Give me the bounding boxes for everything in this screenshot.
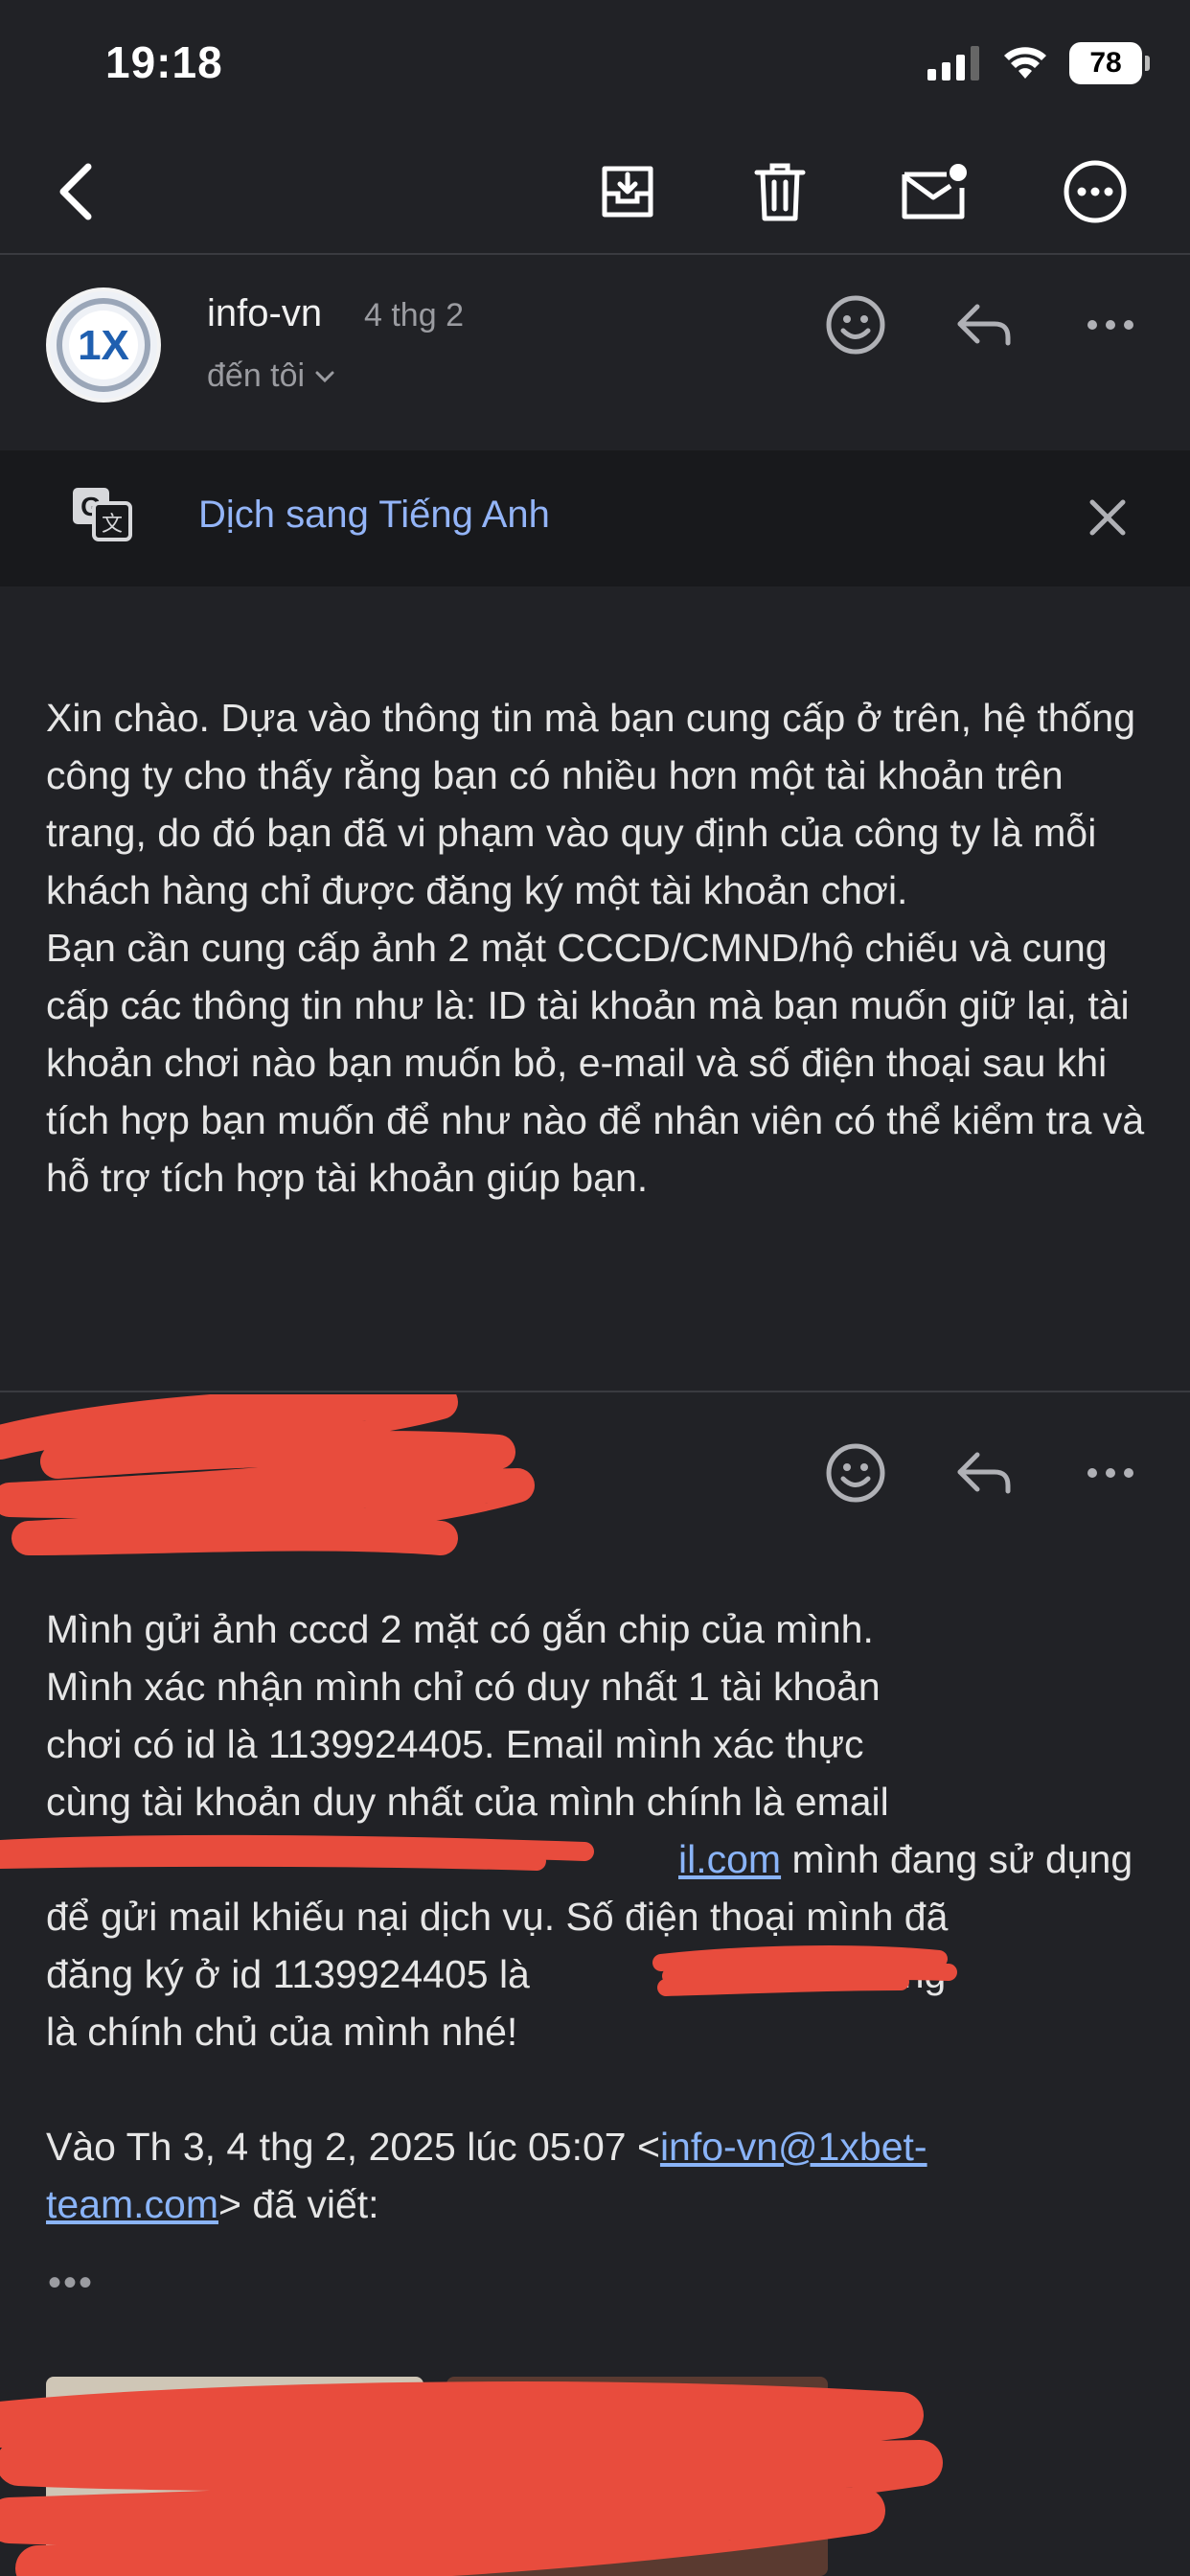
recipient-toggle[interactable]: đến tôi [207,357,335,395]
react-button[interactable] [820,1438,891,1508]
more-dots-icon [1087,320,1133,330]
redacted-phone [652,1944,958,2001]
email-link[interactable]: il.com [678,1837,781,1881]
quote-email-link[interactable]: info-vn@1xbet- [660,2125,927,2169]
translate-banner [0,450,1190,586]
wifi-icon [1004,47,1046,79]
body-line: chơi có id là 1139924405. Email mình xác… [46,1722,864,1766]
quote-email-link[interactable]: team.com [46,2182,218,2226]
body-line: Mình xác nhận mình chỉ có duy nhất 1 tài… [46,1665,881,1709]
status-icons: 78 [927,42,1150,84]
quote-header: Vào Th 3, 4 thg 2, 2025 lúc 05:07 <info-… [46,2125,927,2169]
message-body: Xin chào. Dựa vào thông tin mà bạn cung … [46,696,1145,1200]
reply-icon [957,1452,1011,1494]
archive-icon [602,166,653,218]
recipient-label: đến tôi [207,357,306,394]
reply-icon [957,304,1011,346]
body-line: là chính chủ của mình nhé! [46,2010,518,2054]
message-divider [0,1391,1190,1392]
sender-avatar[interactable]: 1X [46,288,161,402]
avatar-text: 1X [78,322,129,369]
body-line: để gửi mail khiếu nại dịch vụ. Số điện t… [46,1895,949,1939]
svg-text:文: 文 [102,513,123,537]
body-line: Mình gửi ảnh cccd 2 mặt có gắn chip của … [46,1607,874,1651]
translate-icon: G 文 [69,484,134,548]
message-more-button[interactable] [1075,1438,1146,1508]
sender-logo: 1X [50,291,157,399]
sender-name[interactable]: info-vn [207,292,322,335]
battery-indicator: 78 [1069,42,1150,84]
archive-button[interactable] [589,153,666,230]
redacted-attachments [0,2367,958,2576]
reply-button[interactable] [949,289,1019,360]
close-translate-button[interactable] [1085,494,1131,545]
toolbar-divider [0,253,1190,255]
message-date: 4 thg 2 [364,297,464,334]
react-button[interactable] [820,289,891,360]
more-options-button[interactable] [1057,153,1133,230]
back-icon [59,163,92,220]
close-icon [1089,499,1126,536]
show-quoted-text-button[interactable]: ••• [48,2262,94,2305]
redacted-email [0,1832,594,1871]
redacted-sender [0,1385,537,1557]
emoji-icon [826,1443,885,1503]
emoji-icon [826,295,885,355]
trash-icon [754,163,806,221]
mail-unread-icon [902,164,967,219]
status-time: 19:18 [105,37,223,87]
body-line: đăng ký ở id 1139924405 là 3 cũng [46,1952,947,1996]
message-body: Mình gửi ảnh cccd 2 mặt có gắn chip của … [46,1600,1157,2233]
more-horizontal-icon [1064,160,1127,223]
quote-header: team.com> đã viết: [46,2182,379,2226]
signal-icon [927,46,979,80]
mark-unread-button[interactable] [897,153,973,230]
message-more-button[interactable] [1075,289,1146,360]
more-dots-icon [1087,1468,1133,1478]
translate-link[interactable]: Dịch sang Tiếng Anh [198,494,550,537]
body-line: cùng tài khoản duy nhất của mình chính l… [46,1780,889,1824]
reply-button[interactable] [949,1438,1019,1508]
chevron-down-icon [315,371,334,382]
delete-button[interactable] [742,153,818,230]
back-button[interactable] [36,153,113,230]
